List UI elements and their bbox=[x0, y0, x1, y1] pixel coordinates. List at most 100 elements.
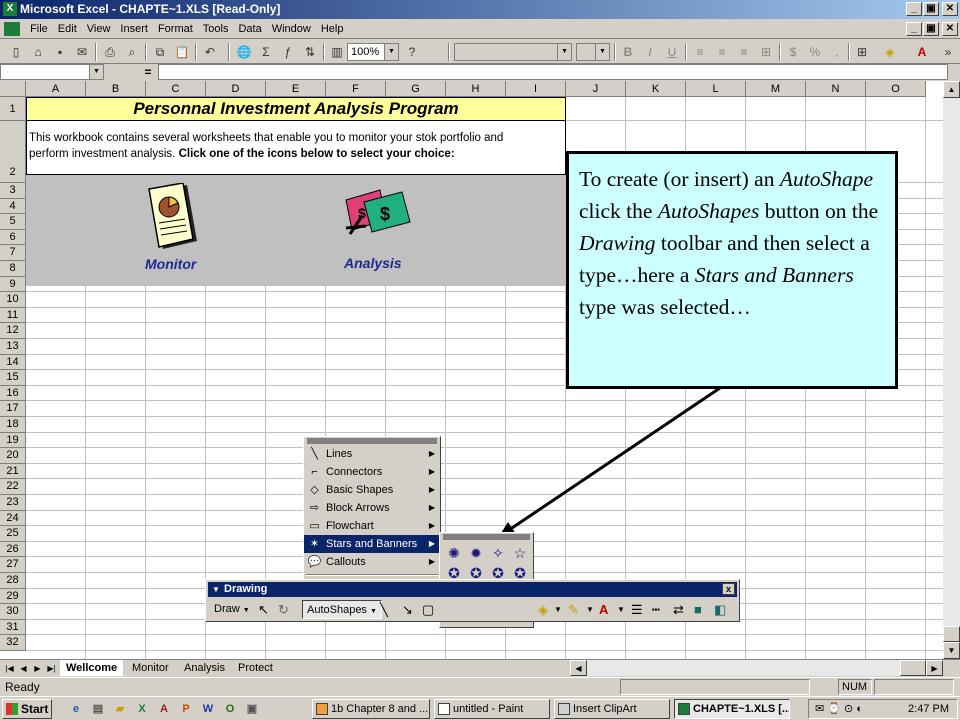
undo-icon[interactable]: ↶ bbox=[200, 43, 220, 61]
menu-window[interactable]: Window bbox=[267, 19, 316, 39]
italic-icon[interactable]: I bbox=[640, 43, 660, 61]
menu-edit[interactable]: Edit bbox=[53, 19, 82, 39]
copy-icon[interactable]: ⧉ bbox=[150, 43, 170, 61]
column-header-c[interactable]: C bbox=[146, 81, 206, 97]
row-header-10[interactable]: 10 bbox=[0, 292, 26, 308]
excel-icon[interactable]: X bbox=[134, 701, 150, 717]
free-rotate-icon[interactable]: ↻ bbox=[278, 600, 289, 619]
line-color-icon[interactable]: ✎ bbox=[568, 600, 579, 619]
row-header-5[interactable]: 5 bbox=[0, 214, 26, 230]
column-header-n[interactable]: N bbox=[806, 81, 866, 97]
paste-icon[interactable]: 📋 bbox=[172, 43, 192, 61]
task-clipart[interactable]: Insert ClipArt bbox=[554, 699, 670, 719]
row-header-19[interactable]: 19 bbox=[0, 432, 26, 449]
menu-grip[interactable] bbox=[307, 438, 437, 444]
scroll-down-icon[interactable]: ▼ bbox=[943, 642, 960, 659]
drawing-toolbar-title[interactable]: ▼ Drawing x bbox=[208, 582, 737, 597]
row-header-12[interactable]: 12 bbox=[0, 323, 26, 339]
chevron-down-icon[interactable]: ▼ bbox=[595, 44, 609, 60]
menu-view[interactable]: View bbox=[82, 19, 116, 39]
maximize-button[interactable]: ▣ bbox=[923, 2, 939, 16]
doc-icon[interactable] bbox=[4, 22, 20, 36]
prev-sheet-icon[interactable]: ◀ bbox=[17, 661, 30, 676]
line-icon[interactable]: ╲ bbox=[380, 600, 388, 619]
monitor-label[interactable]: Monitor bbox=[145, 256, 196, 272]
row-header-7[interactable]: 7 bbox=[0, 245, 26, 261]
new-icon[interactable]: ▯ bbox=[6, 43, 26, 61]
chevron-down-icon[interactable]: ▼ bbox=[384, 44, 398, 60]
access-icon[interactable]: A bbox=[156, 701, 172, 717]
row-header-4[interactable]: 4 bbox=[0, 198, 26, 215]
row-header-20[interactable]: 20 bbox=[0, 448, 26, 464]
menu-item-connectors[interactable]: ⌐ Connectors ▶ bbox=[304, 463, 440, 481]
analysis-label[interactable]: Analysis bbox=[344, 255, 402, 271]
row-header-32[interactable]: 32 bbox=[0, 635, 26, 651]
doc-minimize-button[interactable]: _ bbox=[906, 22, 922, 36]
rectangle-icon[interactable]: ▢ bbox=[422, 600, 434, 619]
row-header-31[interactable]: 31 bbox=[0, 619, 26, 636]
function-icon[interactable]: ƒ bbox=[278, 43, 298, 61]
star-shape-1-icon[interactable]: ✺ bbox=[444, 543, 464, 563]
3d-icon[interactable]: ◧ bbox=[714, 600, 726, 619]
draw-menu-button[interactable]: Draw ▼ bbox=[214, 600, 250, 619]
task-paint[interactable]: untitled - Paint bbox=[434, 699, 550, 719]
row-header-9[interactable]: 9 bbox=[0, 276, 26, 293]
scroll-right-icon[interactable]: ▶ bbox=[926, 660, 943, 676]
sheet-tab-protect[interactable]: Protect bbox=[232, 660, 279, 676]
menu-insert[interactable]: Insert bbox=[115, 19, 153, 39]
sheet-tab-analysis[interactable]: Analysis bbox=[178, 660, 231, 676]
task-excel[interactable]: CHAPTE~1.XLS [... bbox=[674, 699, 790, 719]
start-button[interactable]: Start bbox=[2, 699, 52, 719]
fill-color-icon[interactable]: ◈ bbox=[880, 43, 900, 61]
word-icon[interactable]: W bbox=[200, 701, 216, 717]
star-shape-2-icon[interactable]: ✹ bbox=[466, 543, 486, 563]
quick-launch-icon[interactable]: ▤ bbox=[90, 701, 106, 717]
menu-help[interactable]: Help bbox=[316, 19, 349, 39]
column-header-l[interactable]: L bbox=[686, 81, 746, 97]
name-box[interactable]: ▼ bbox=[0, 64, 104, 80]
row-header-13[interactable]: 13 bbox=[0, 339, 26, 355]
fill-color-icon[interactable]: ◈ bbox=[538, 600, 548, 619]
folder-icon[interactable]: ▰ bbox=[112, 701, 128, 717]
chevron-down-icon[interactable]: ▼ bbox=[586, 600, 594, 619]
excel-app-icon[interactable]: X bbox=[3, 2, 17, 16]
row-header-21[interactable]: 21 bbox=[0, 463, 26, 480]
task-word-doc[interactable]: 1b Chapter 8 and ... bbox=[312, 699, 430, 719]
row-header-23[interactable]: 23 bbox=[0, 495, 26, 511]
row-header-6[interactable]: 6 bbox=[0, 229, 26, 246]
comma-icon[interactable]: , bbox=[827, 43, 847, 61]
tray-icons[interactable]: ✉ ⌚ ⊙ ◐ bbox=[815, 700, 863, 718]
column-header-h[interactable]: H bbox=[446, 81, 506, 97]
menu-item-basic-shapes[interactable]: ◇ Basic Shapes ▶ bbox=[304, 481, 440, 499]
chevron-down-icon[interactable]: ▼ bbox=[89, 65, 103, 79]
print-preview-icon[interactable]: ⌕ bbox=[122, 43, 142, 61]
open-icon[interactable]: ⌂ bbox=[28, 43, 48, 61]
menu-item-block-arrows[interactable]: ⇨ Block Arrows ▶ bbox=[304, 499, 440, 517]
analysis-money-icon[interactable]: $ $ bbox=[340, 186, 416, 242]
column-header-m[interactable]: M bbox=[746, 81, 806, 97]
menu-item-lines[interactable]: ╲ Lines ▶ bbox=[304, 445, 440, 463]
sheet-tab-monitor[interactable]: Monitor bbox=[126, 660, 175, 676]
column-header-j[interactable]: J bbox=[566, 81, 626, 97]
font-name-select[interactable]: ▼ bbox=[454, 43, 572, 61]
star-shape-3-icon[interactable]: ✧ bbox=[488, 543, 508, 563]
toolbar-options-icon[interactable]: » bbox=[938, 43, 958, 61]
font-size-select[interactable]: ▼ bbox=[576, 43, 610, 61]
align-right-icon[interactable]: ≡ bbox=[734, 43, 754, 61]
chevron-down-icon[interactable]: ▼ bbox=[557, 44, 571, 60]
arrow-style-icon[interactable]: ⇄ bbox=[673, 600, 684, 619]
first-sheet-icon[interactable]: |◀ bbox=[3, 661, 16, 676]
align-left-icon[interactable]: ≡ bbox=[690, 43, 710, 61]
menu-format[interactable]: Format bbox=[153, 19, 198, 39]
font-color-icon[interactable]: A bbox=[599, 600, 608, 619]
chevron-down-icon[interactable]: ▼ bbox=[554, 600, 562, 619]
hscroll-thumb[interactable] bbox=[900, 660, 926, 676]
menu-tools[interactable]: Tools bbox=[198, 19, 234, 39]
column-header-f[interactable]: F bbox=[326, 81, 386, 97]
select-all-corner[interactable] bbox=[0, 81, 26, 97]
menu-item-callouts[interactable]: 💬 Callouts ▶ bbox=[304, 553, 440, 571]
scroll-thumb[interactable] bbox=[943, 626, 960, 642]
menu-file[interactable]: File bbox=[25, 19, 53, 39]
row-header-11[interactable]: 11 bbox=[0, 307, 26, 324]
toolbar-menu-icon[interactable]: ▼ bbox=[212, 582, 220, 597]
